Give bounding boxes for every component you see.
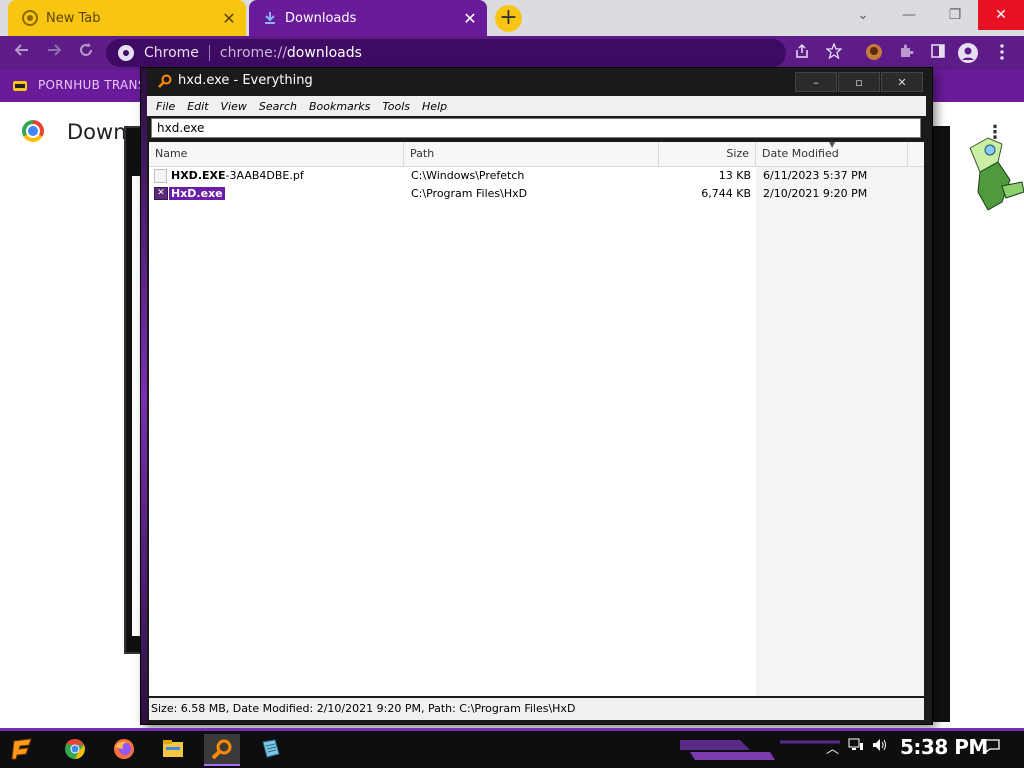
results-header: Name Path Size Date Modified ▼ <box>149 140 924 167</box>
tab-strip: New Tab ✕ Downloads ✕ + ⌄ — ❐ ✕ <box>0 0 1024 36</box>
tab-downloads[interactable]: Downloads ✕ <box>249 0 487 36</box>
page-title: Down <box>67 120 127 144</box>
result-row[interactable]: HXD.EXE-3AAB4DBE.pf C:\Windows\Prefetch … <box>149 167 924 185</box>
share-icon[interactable] <box>792 43 812 63</box>
menu-tools[interactable]: Tools <box>382 100 410 113</box>
volume-icon[interactable] <box>872 738 888 756</box>
name-rest: -3AAB4DBE.pf <box>225 169 304 182</box>
everything-icon <box>211 739 232 760</box>
bookmark-item[interactable]: PORNHUB TRANS <box>38 78 146 92</box>
result-date: 2/10/2021 9:20 PM <box>763 187 868 200</box>
url-host: downloads <box>286 45 362 61</box>
forward-arrow-icon <box>48 44 62 56</box>
window-title: hxd.exe - Everything <box>178 73 313 88</box>
sort-arrow-icon: ▼ <box>829 140 836 149</box>
site-name: Chrome <box>144 45 199 61</box>
extensions-puzzle-icon[interactable] <box>896 43 916 63</box>
kebab-menu-icon[interactable] <box>992 43 1012 63</box>
result-size: 6,744 KB <box>701 187 751 200</box>
result-size: 13 KB <box>718 169 751 182</box>
everything-window: hxd.exe - Everything – ▫ ✕ File Edit Vie… <box>141 68 932 724</box>
column-path[interactable]: Path <box>404 142 659 166</box>
back-button[interactable] <box>10 41 34 65</box>
browser-toolbar: Chrome chrome://downloads <box>0 36 1024 70</box>
minimize-button[interactable]: — <box>886 0 932 30</box>
sorted-column-shade <box>756 167 924 696</box>
menu-help[interactable]: Help <box>422 100 447 113</box>
firefox-icon <box>114 739 134 759</box>
tab-new-tab[interactable]: New Tab ✕ <box>8 0 246 36</box>
file-explorer-icon <box>163 740 183 757</box>
menu-bookmarks[interactable]: Bookmarks <box>309 100 370 113</box>
result-path: C:\Windows\Prefetch <box>411 169 525 182</box>
chrome-icon <box>118 45 134 61</box>
maximize-button[interactable]: ▫ <box>838 72 880 92</box>
name-match: HxD.exe <box>168 186 226 201</box>
new-tab-button[interactable]: + <box>495 5 522 32</box>
taskbar-everything[interactable] <box>204 734 240 766</box>
show-hidden-icons-chevron-icon[interactable]: ︿ <box>826 738 839 757</box>
taskbar-firefox[interactable] <box>106 734 142 764</box>
chrome-icon <box>22 10 38 26</box>
back-arrow-icon <box>14 44 28 56</box>
bookmark-favicon-icon <box>13 81 27 91</box>
column-name[interactable]: Name <box>149 142 404 166</box>
close-tab-icon[interactable]: ✕ <box>461 9 479 28</box>
taskbar-notepad[interactable] <box>252 734 288 764</box>
menu-view[interactable]: View <box>221 100 247 113</box>
divider <box>208 45 210 61</box>
menu-search[interactable]: Search <box>259 100 297 113</box>
minimize-button[interactable]: – <box>795 72 837 92</box>
close-window-button[interactable]: ✕ <box>978 0 1024 30</box>
result-date: 6/11/2023 5:37 PM <box>763 169 868 182</box>
hxd-app-icon: ✕ <box>154 187 168 200</box>
tab-search-icon[interactable]: ⌄ <box>840 0 886 30</box>
result-path: C:\Program Files\HxD <box>411 187 528 200</box>
profile-avatar[interactable] <box>958 43 978 63</box>
tab-label: New Tab <box>46 10 101 26</box>
taskbar-decoration <box>680 740 840 760</box>
action-center-icon[interactable] <box>984 738 1000 758</box>
menu-file[interactable]: File <box>156 100 175 113</box>
network-icon[interactable] <box>848 738 864 756</box>
restore-button[interactable]: ❐ <box>932 0 978 30</box>
chrome-icon <box>65 738 85 759</box>
column-size[interactable]: Size <box>659 142 756 166</box>
name-match: HXD.EXE <box>171 169 226 182</box>
results-rows: HXD.EXE-3AAB4DBE.pf C:\Windows\Prefetch … <box>149 167 924 203</box>
side-panel-icon[interactable] <box>928 43 948 63</box>
taskbar-file-explorer[interactable] <box>155 734 191 764</box>
reload-button[interactable] <box>74 41 98 65</box>
everything-titlebar[interactable]: hxd.exe - Everything – ▫ ✕ <box>141 68 932 96</box>
character-sticker-image <box>969 137 1024 211</box>
search-input[interactable] <box>151 118 921 138</box>
start-button[interactable] <box>6 734 42 764</box>
status-bar: Size: 6.58 MB, Date Modified: 2/10/2021 … <box>149 698 924 720</box>
download-icon <box>265 12 275 24</box>
taskbar-clock[interactable]: 5:38 PM <box>900 735 988 759</box>
bookmark-star-icon[interactable] <box>824 42 844 63</box>
taskbar-chrome[interactable] <box>57 734 93 764</box>
chrome-logo-icon <box>22 120 44 142</box>
menu-bar: File Edit View Search Bookmarks Tools He… <box>147 96 926 116</box>
file-icon <box>154 169 167 183</box>
results-list: Name Path Size Date Modified ▼ HXD.EXE-3… <box>149 140 924 696</box>
result-name: HxD.exe <box>168 186 226 201</box>
menu-edit[interactable]: Edit <box>187 100 208 113</box>
close-tab-icon[interactable]: ✕ <box>220 9 238 28</box>
forward-button[interactable] <box>42 41 66 65</box>
taskbar: ︿ 5:38 PM <box>0 728 1024 768</box>
tab-label: Downloads <box>285 10 357 26</box>
magnifier-app-icon <box>158 74 172 88</box>
profile-extension-icon[interactable] <box>864 43 884 63</box>
result-row-selected[interactable]: ✕ HxD.exe C:\Program Files\HxD 6,744 KB … <box>149 185 924 203</box>
notepad-icon <box>262 739 280 758</box>
result-name: HXD.EXE-3AAB4DBE.pf <box>171 169 304 182</box>
start-icon <box>11 738 32 760</box>
reload-icon <box>80 43 92 56</box>
url-scheme: chrome:// <box>219 45 287 61</box>
close-button[interactable]: ✕ <box>881 72 923 92</box>
address-bar[interactable]: Chrome chrome://downloads <box>106 39 786 67</box>
